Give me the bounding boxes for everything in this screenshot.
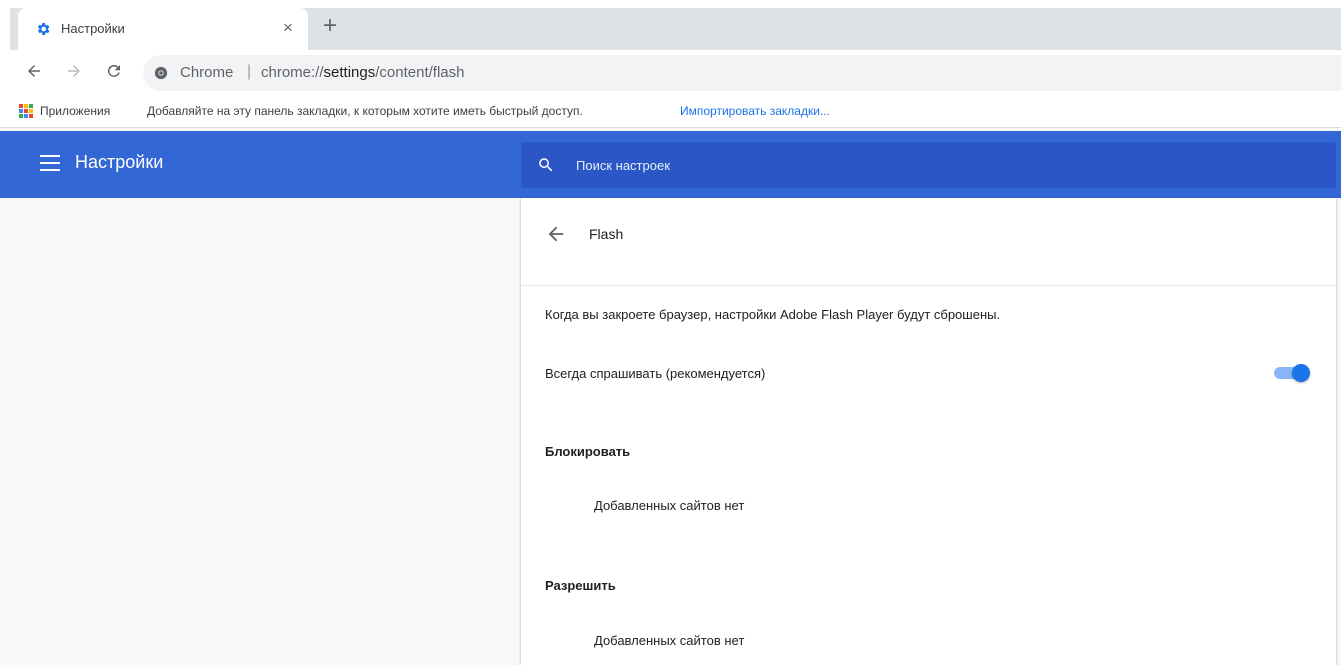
browser-toolbar: Chrome | chrome://settings/content/flash — [0, 50, 1341, 96]
ask-first-label: Всегда спрашивать (рекомендуется) — [545, 366, 766, 381]
ask-first-toggle[interactable] — [1274, 363, 1310, 383]
settings-card: Flash Когда вы закроете браузер, настрой… — [521, 198, 1336, 665]
subpage-title: Flash — [589, 226, 624, 242]
url-host: settings — [323, 64, 376, 81]
arrow-left-icon[interactable] — [545, 223, 567, 245]
back-button[interactable] — [22, 59, 46, 83]
arrow-left-icon — [28, 65, 40, 77]
omnibox-url: chrome://settings/content/flash — [261, 64, 464, 81]
search-input[interactable] — [576, 154, 1276, 176]
page-title: Настройки — [75, 152, 164, 172]
hamburger-icon[interactable] — [40, 155, 60, 171]
arrow-right-icon — [68, 65, 80, 77]
omnibox-separator: | — [247, 63, 252, 80]
settings-search[interactable] — [521, 142, 1336, 188]
url-path: /content/flash — [375, 64, 465, 81]
allow-heading: Разрешить — [545, 578, 616, 593]
block-empty-note: Добавленных сайтов нет — [594, 498, 745, 513]
flash-description: Когда вы закроете браузер, настройки Ado… — [545, 307, 1001, 322]
omnibox-origin-chip: Chrome — [180, 64, 234, 81]
tab-close-button[interactable]: × — [276, 16, 300, 40]
tab-settings[interactable]: Настройки × — [18, 8, 308, 50]
block-heading: Блокировать — [545, 444, 631, 459]
reload-button[interactable] — [102, 59, 126, 83]
tab-title: Настройки — [61, 21, 125, 36]
reload-icon — [107, 64, 120, 77]
import-bookmarks-link[interactable]: Импортировать закладки... — [680, 104, 830, 118]
tab-strip: Настройки × + — [0, 0, 1341, 50]
bookmarks-bar: Приложения Добавляйте на эту панель закл… — [0, 96, 1341, 128]
chrome-icon — [154, 66, 168, 80]
settings-header: Настройки — [0, 131, 1341, 198]
apps-grid-icon[interactable] — [19, 104, 33, 118]
url-scheme: chrome:// — [261, 64, 324, 81]
gear-icon — [37, 23, 50, 35]
search-icon — [539, 158, 553, 172]
allow-empty-note: Добавленных сайтов нет — [594, 633, 745, 648]
toggle-knob — [1292, 364, 1310, 382]
bookmarks-hint: Добавляйте на эту панель закладки, к кот… — [147, 104, 583, 118]
subpage-header: Flash — [521, 198, 1336, 286]
forward-button[interactable] — [62, 59, 86, 83]
address-bar[interactable]: Chrome | chrome://settings/content/flash — [143, 55, 1341, 91]
bookmark-apps[interactable]: Приложения — [40, 104, 110, 118]
new-tab-button[interactable]: + — [318, 14, 342, 38]
